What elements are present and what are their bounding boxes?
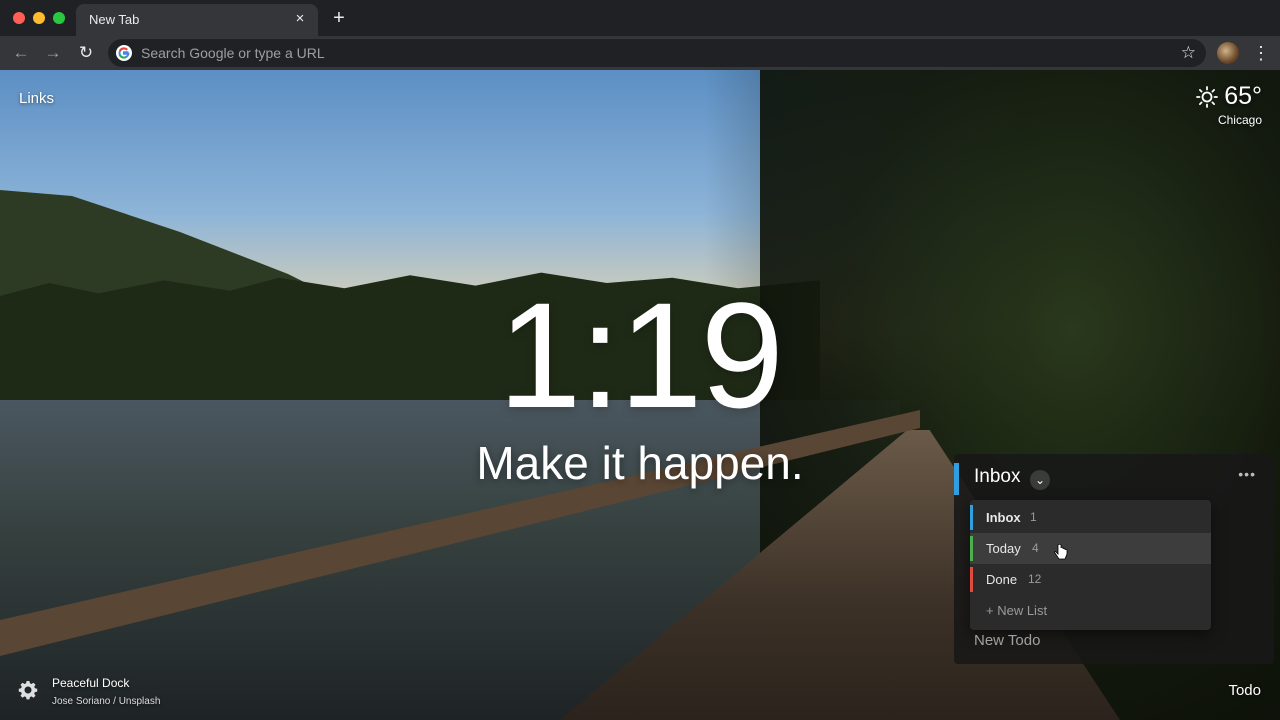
weather-city: Chicago	[1217, 113, 1262, 127]
list-item-count: 1	[1030, 510, 1037, 524]
list-item-label: Done	[986, 572, 1018, 587]
weather-widget[interactable]: 65° Chicago	[1196, 82, 1262, 127]
list-color-bar	[970, 567, 973, 592]
new-tab-page: Links 65° Chicago 1:19 Make it happen. I…	[0, 70, 1280, 720]
todo-panel: Inbox ⌄ ••• Inbox 1 Today 4 Done 12 + Ne…	[954, 454, 1274, 664]
todo-button[interactable]: Todo	[1228, 682, 1261, 699]
back-arrow-icon[interactable]: ←	[10, 42, 32, 64]
minimize-window-button[interactable]	[33, 12, 45, 24]
bookmark-star-icon[interactable]: ☆	[1181, 43, 1196, 63]
list-color-bar	[970, 536, 973, 561]
sun-icon	[1196, 85, 1219, 108]
omnibox[interactable]: Search Google or type a URL ☆	[108, 39, 1206, 67]
gear-icon[interactable]	[18, 680, 38, 700]
list-item-label: Inbox	[986, 510, 1021, 525]
photo-title[interactable]: Peaceful Dock	[52, 676, 129, 690]
chevron-down-icon[interactable]: ⌄	[1030, 470, 1050, 490]
list-item-count: 4	[1032, 541, 1039, 555]
weather-temperature: 65°	[1224, 82, 1262, 110]
google-logo-icon	[116, 45, 132, 61]
todo-list-accent	[954, 463, 959, 495]
hand-cursor-icon	[1054, 544, 1068, 560]
list-item-count: 12	[1028, 572, 1042, 586]
list-color-bar	[970, 505, 973, 530]
links-button[interactable]: Links	[19, 90, 54, 107]
omnibox-placeholder: Search Google or type a URL	[141, 45, 325, 61]
list-item-label: Today	[986, 541, 1021, 556]
tab-title: New Tab	[89, 12, 140, 27]
photo-credit[interactable]: Jose Soriano / Unsplash	[52, 696, 160, 707]
new-tab-button[interactable]: +	[330, 8, 348, 28]
todo-list-title[interactable]: Inbox	[974, 466, 1020, 488]
list-item-done[interactable]: Done 12	[970, 564, 1211, 595]
maximize-window-button[interactable]	[53, 12, 65, 24]
new-todo-input[interactable]: New Todo	[974, 632, 1040, 649]
browser-menu-icon[interactable]: ⋮	[1252, 41, 1270, 65]
clock: 1:19	[498, 271, 784, 439]
forward-arrow-icon[interactable]: →	[42, 42, 64, 64]
new-list-button[interactable]: + New List	[986, 603, 1047, 618]
more-options-icon[interactable]: •••	[1238, 466, 1256, 482]
reload-icon[interactable]: ↻	[75, 42, 97, 64]
list-item-today[interactable]: Today 4	[970, 533, 1211, 564]
list-item-inbox[interactable]: Inbox 1	[970, 502, 1211, 533]
tab-close-icon[interactable]: ×	[291, 10, 309, 28]
browser-toolbar: ← → ↻ Search Google or type a URL ☆ ⋮	[0, 36, 1280, 70]
title-bar: New Tab × +	[0, 0, 1280, 36]
profile-avatar[interactable]	[1217, 42, 1239, 64]
tab-new-tab[interactable]: New Tab ×	[76, 4, 318, 36]
todo-list-dropdown: Inbox 1 Today 4 Done 12 + New List	[970, 500, 1211, 630]
close-window-button[interactable]	[13, 12, 25, 24]
